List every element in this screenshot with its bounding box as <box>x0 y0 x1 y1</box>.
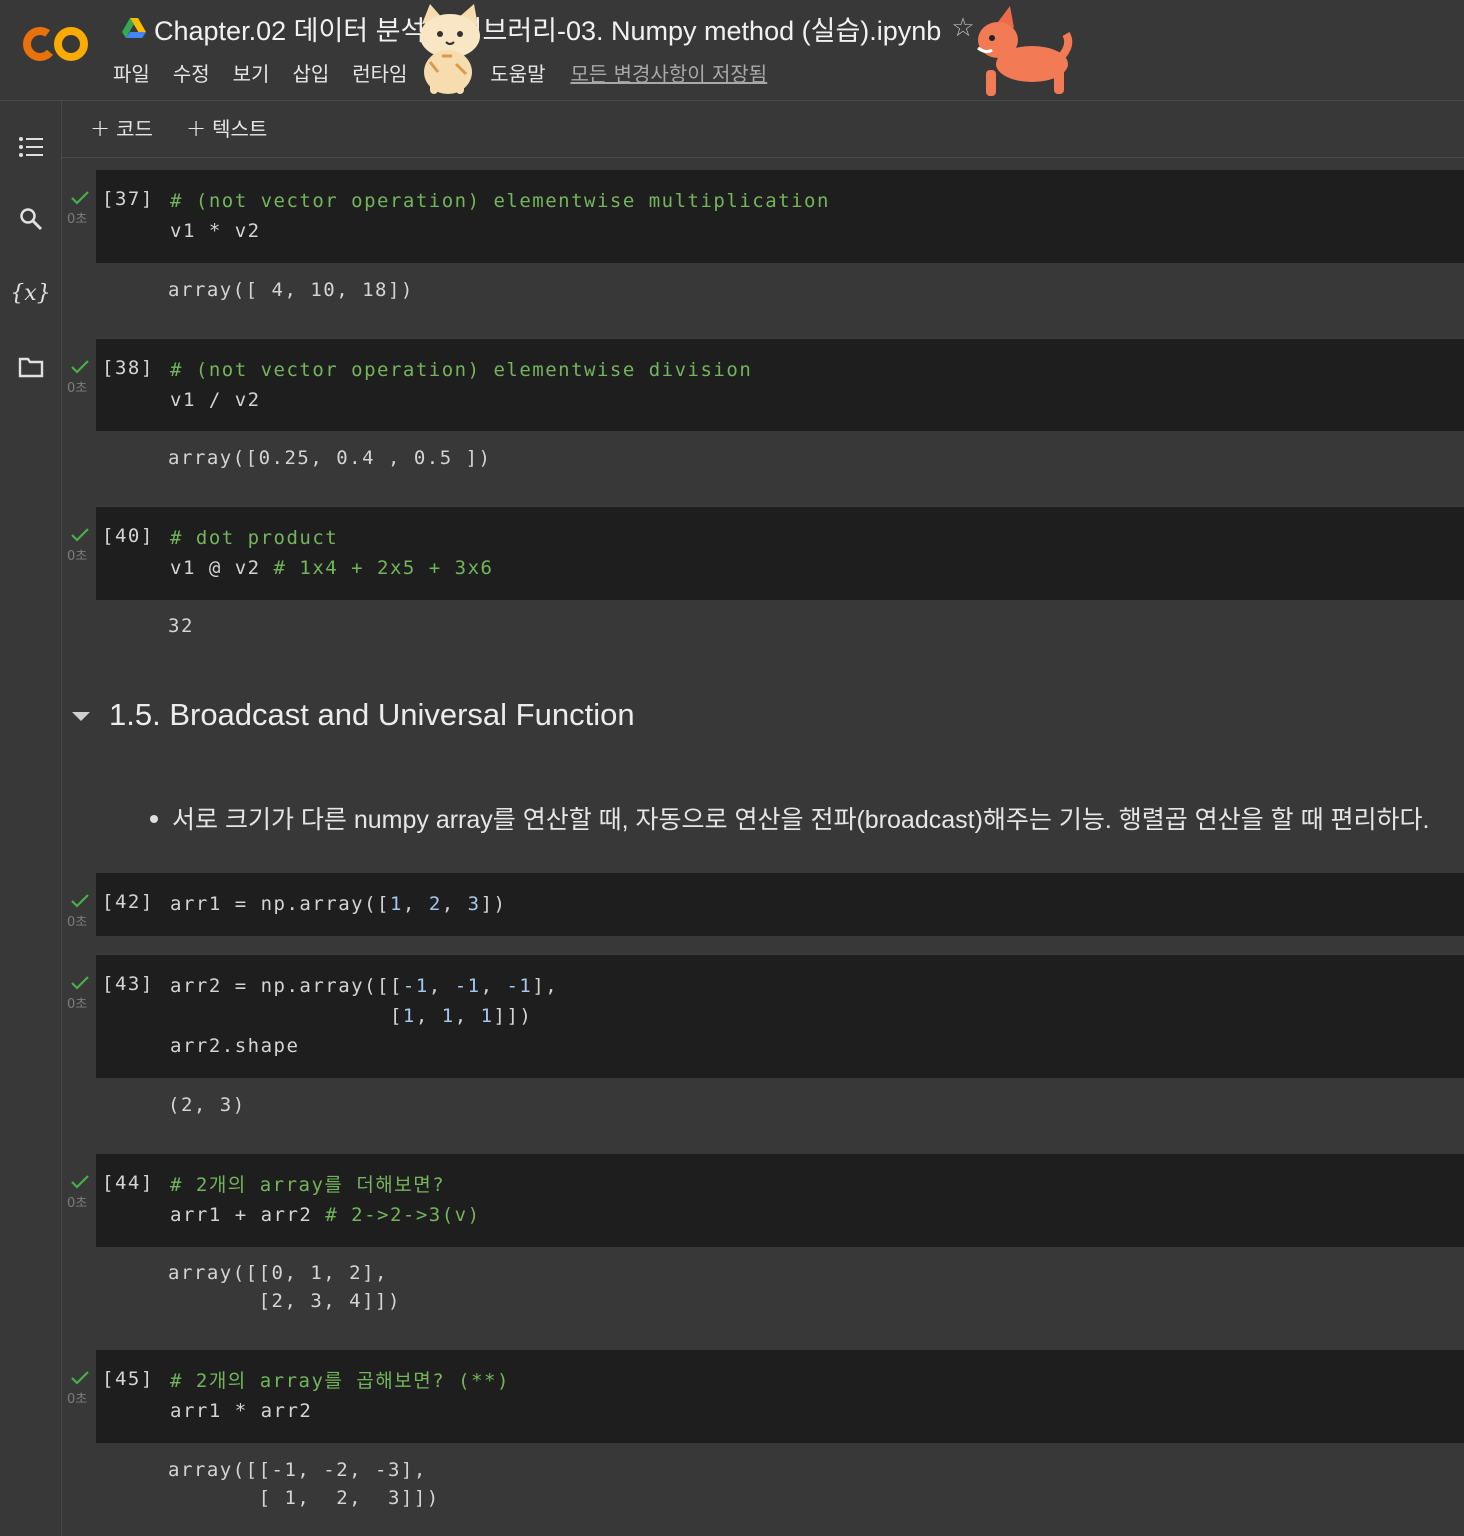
collapse-section-caret-icon[interactable] <box>72 712 90 721</box>
notebook-title[interactable]: Chapter.02 데이터 분석 라이브러리-03. Numpy method… <box>154 9 941 48</box>
search-icon[interactable] <box>0 199 61 239</box>
output-line: 32 <box>168 615 194 637</box>
code-editor[interactable]: # 2개의 array를 더해보면? arr1 + arr2 # 2->2->3… <box>170 1170 481 1230</box>
check-icon <box>71 894 89 908</box>
code-line: v1 / v2 <box>170 389 261 411</box>
check-icon <box>71 528 89 542</box>
bullet-dot <box>150 815 158 824</box>
execution-time: 0초 <box>67 997 88 1012</box>
cell-output: array([0.25, 0.4 , 0.5 ]) <box>168 444 491 472</box>
execution-time: 0초 <box>67 1196 88 1211</box>
code-editor[interactable]: arr1 = np.array([1, 2, 3]) <box>170 889 507 919</box>
output-line: array([[0, 1, 2], <box>168 1262 388 1284</box>
menu-edit[interactable]: 수정 <box>173 58 210 87</box>
toc-icon[interactable] <box>0 127 61 167</box>
output-line: array([0.25, 0.4 , 0.5 ]) <box>168 447 492 469</box>
code-cell[interactable]: [40] # dot product v1 @ v2 # 1x4 + 2x5 +… <box>96 507 1464 600</box>
add-code-button[interactable]: + 코드 <box>90 113 153 142</box>
code-line: arr1 * arr2 <box>170 1400 313 1422</box>
top-bar: Chapter.02 데이터 분석 라이브러리-03. Numpy method… <box>0 0 1464 101</box>
cell-output: array([[0, 1, 2], [2, 3, 4]]) <box>168 1259 401 1315</box>
execution-time: 0초 <box>67 549 88 564</box>
code-cell[interactable]: [43] arr2 = np.array([[-1, -1, -1], [1, … <box>96 955 1464 1078</box>
execution-count: [40] <box>102 525 154 547</box>
check-icon <box>71 191 89 205</box>
check-icon <box>71 1175 89 1189</box>
check-icon <box>71 976 89 990</box>
left-sidebar: {x} <box>0 101 62 1536</box>
code-cell[interactable]: [45] # 2개의 array를 곱해보면? (**) arr1 * arr2 <box>96 1350 1464 1443</box>
section-heading: 1.5. Broadcast and Universal Function <box>109 697 635 732</box>
execution-count: [38] <box>102 357 154 379</box>
add-code-label: 코드 <box>116 117 153 141</box>
code-editor[interactable]: arr2 = np.array([[-1, -1, -1], [1, 1, 1]… <box>170 971 558 1061</box>
execution-time: 0초 <box>67 381 88 396</box>
check-icon <box>71 1371 89 1385</box>
execution-count: [43] <box>102 973 154 995</box>
code-line: # (not vector operation) elementwise div… <box>170 359 753 381</box>
code-line: # (not vector operation) elementwise mul… <box>170 190 830 212</box>
plus-icon: + <box>186 114 207 142</box>
output-line: array([ 4, 10, 18]) <box>168 279 414 301</box>
cell-output: 32 <box>168 612 194 640</box>
add-text-button[interactable]: + 텍스트 <box>186 113 267 142</box>
execution-time: 0초 <box>67 1392 88 1407</box>
execution-count: [45] <box>102 1368 154 1390</box>
code-line: v1 * v2 <box>170 220 261 242</box>
cell-output: (2, 3) <box>168 1091 246 1119</box>
menu-insert[interactable]: 삽입 <box>292 58 329 87</box>
notebook-toolbar: + 코드 + 텍스트 <box>62 101 1464 158</box>
menu-view[interactable]: 보기 <box>233 58 270 87</box>
check-icon <box>71 360 89 374</box>
variables-icon-label: {x} <box>10 280 51 306</box>
plus-icon: + <box>90 114 111 142</box>
save-status-link[interactable]: 모든 변경사항이 저장됨 <box>570 58 767 87</box>
cell-output: array([ 4, 10, 18]) <box>168 276 414 304</box>
code-cell[interactable]: [44] # 2개의 array를 더해보면? arr1 + arr2 # 2-… <box>96 1154 1464 1247</box>
execution-count: [42] <box>102 891 154 913</box>
add-text-label: 텍스트 <box>212 117 268 141</box>
folder-icon[interactable] <box>0 347 61 387</box>
code-editor[interactable]: # 2개의 array를 곱해보면? (**) arr1 * arr2 <box>170 1366 510 1426</box>
menu-file[interactable]: 파일 <box>113 58 150 87</box>
code-cell[interactable]: [42] arr1 = np.array([1, 2, 3]) <box>96 873 1464 936</box>
code-line: # dot product <box>170 527 339 549</box>
output-line: [ 1, 2, 3]]) <box>168 1487 440 1509</box>
code-editor[interactable]: # (not vector operation) elementwise mul… <box>170 186 830 246</box>
code-cell[interactable]: [37] # (not vector operation) elementwis… <box>96 170 1464 263</box>
dog-sticker-icon <box>977 6 1073 96</box>
bullet-text: 서로 크기가 다른 numpy array를 연산할 때, 자동으로 연산을 전… <box>172 806 1430 834</box>
execution-count: [44] <box>102 1172 154 1194</box>
output-line: [2, 3, 4]]) <box>168 1290 401 1312</box>
cat-sticker-icon <box>420 4 480 94</box>
execution-count: [37] <box>102 188 154 210</box>
cell-output: array([[-1, -2, -3], [ 1, 2, 3]]) <box>168 1456 440 1512</box>
code-line: v1 @ v2 # 1x4 + 2x5 + 3x6 <box>170 557 494 579</box>
google-drive-icon[interactable] <box>122 17 146 39</box>
execution-time: 0초 <box>67 212 88 227</box>
code-line: # 2개의 array를 곱해보면? (**) <box>170 1370 510 1392</box>
bullet-item: 서로 크기가 다른 numpy array를 연산할 때, 자동으로 연산을 전… <box>150 800 1429 836</box>
execution-time: 0초 <box>67 915 88 930</box>
code-line: arr1 + arr2 # 2->2->3(v) <box>170 1204 481 1226</box>
code-cell[interactable]: [38] # (not vector operation) elementwis… <box>96 339 1464 431</box>
code-line: # 2개의 array를 더해보면? <box>170 1174 446 1196</box>
output-line: (2, 3) <box>168 1094 246 1116</box>
output-line: array([[-1, -2, -3], <box>168 1459 427 1481</box>
colab-logo[interactable] <box>22 22 90 66</box>
code-editor[interactable]: # dot product v1 @ v2 # 1x4 + 2x5 + 3x6 <box>170 523 493 583</box>
code-editor[interactable]: # (not vector operation) elementwise div… <box>170 355 752 415</box>
variables-icon[interactable]: {x} <box>0 273 61 313</box>
